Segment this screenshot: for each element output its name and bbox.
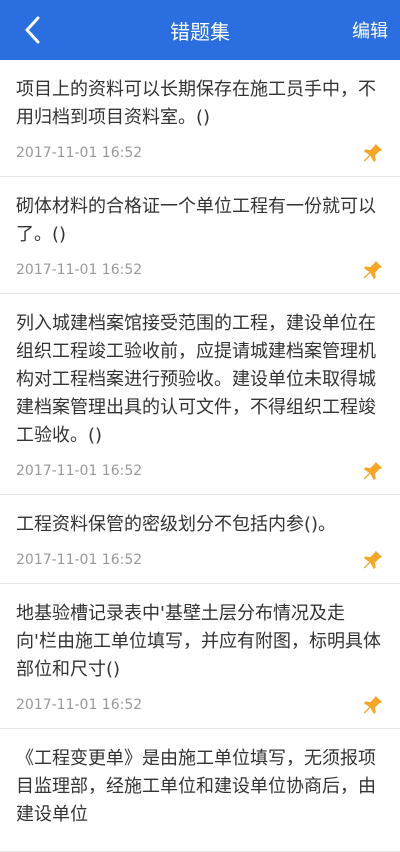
back-button[interactable] [12,0,52,60]
timestamp: 2017-11-01 16:52 [16,697,143,713]
question-text: 列入城建档案馆接受范围的工程，建设单位在组织工程竣工验收前，应提请城建档案管理机… [16,313,376,446]
question-item[interactable]: 《工程变更单》是由施工单位填写，无须报项目监理部，经施工单位和建设单位协商后，由… [0,729,400,852]
timestamp: 2017-11-01 16:52 [16,262,143,278]
question-meta: 2017-11-01 16:52 [16,549,384,571]
question-meta: 2017-11-01 16:52 [16,142,384,164]
timestamp: 2017-11-01 16:52 [16,463,143,479]
question-item[interactable]: 列入城建档案馆接受范围的工程，建设单位在组织工程竣工验收前，应提请城建档案管理机… [0,294,400,495]
question-meta: 2017-11-01 16:52 [16,460,384,482]
question-meta: 2017-11-01 16:52 [16,259,384,281]
pin-icon[interactable] [362,549,384,571]
page-title: 错题集 [170,19,230,44]
pin-icon[interactable] [362,694,384,716]
question-meta: 2017-11-01 16:52 [16,694,384,716]
chevron-left-icon [25,16,40,44]
question-text: 《工程变更单》是由施工单位填写，无须报项目监理部，经施工单位和建设单位协商后，由… [16,748,376,825]
question-item[interactable]: 项目上的资料可以长期保存在施工员手中，不用归档到项目资料室。() 2017-11… [0,60,400,177]
header-bar: 错题集 编辑 [0,0,400,60]
timestamp: 2017-11-01 16:52 [16,145,143,161]
question-item[interactable]: 工程资料保管的密级划分不包括内参()。 2017-11-01 16:52 [0,495,400,584]
question-text: 项目上的资料可以长期保存在施工员手中，不用归档到项目资料室。() [16,79,376,128]
edit-button[interactable]: 编辑 [352,0,388,60]
pin-icon[interactable] [362,142,384,164]
wrong-question-list: 项目上的资料可以长期保存在施工员手中，不用归档到项目资料室。() 2017-11… [0,60,400,852]
question-text: 地基验槽记录表中'基壁土层分布情况及走向'栏由施工单位填写，并应有附图，标明具体… [16,603,381,680]
question-item[interactable]: 砌体材料的合格证一个单位工程有一份就可以了。() 2017-11-01 16:5… [0,177,400,294]
question-item[interactable]: 地基验槽记录表中'基壁土层分布情况及走向'栏由施工单位填写，并应有附图，标明具体… [0,584,400,729]
pin-icon[interactable] [362,460,384,482]
timestamp: 2017-11-01 16:52 [16,552,143,568]
question-text: 砌体材料的合格证一个单位工程有一份就可以了。() [16,196,376,245]
question-text: 工程资料保管的密级划分不包括内参()。 [16,514,337,535]
pin-icon[interactable] [362,259,384,281]
